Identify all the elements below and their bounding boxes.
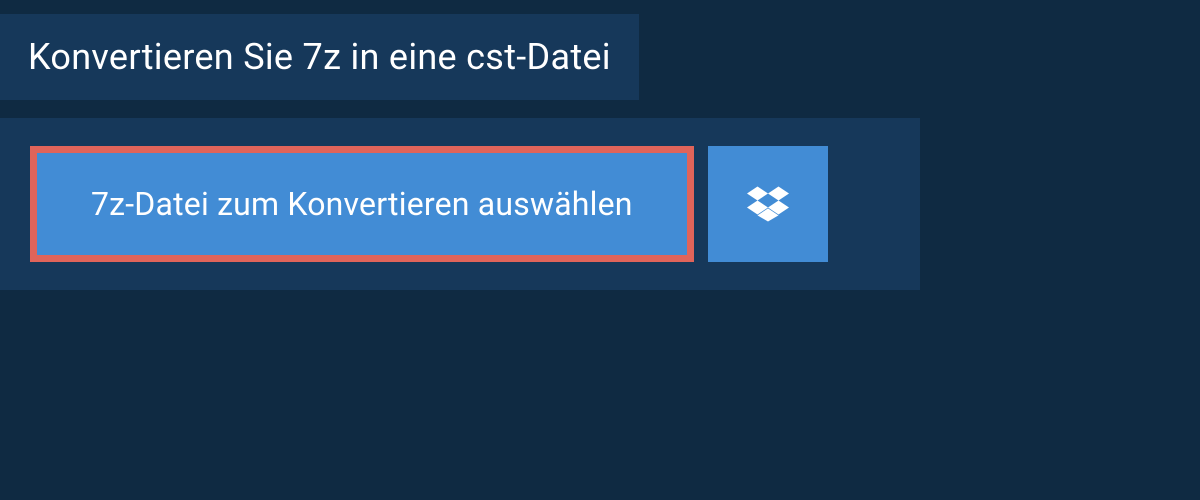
button-row: 7z-Datei zum Konvertieren auswählen [0, 118, 920, 290]
select-file-highlight: 7z-Datei zum Konvertieren auswählen [30, 146, 694, 262]
select-file-button[interactable]: 7z-Datei zum Konvertieren auswählen [37, 153, 687, 255]
dropbox-button[interactable] [708, 146, 828, 262]
dropbox-icon [747, 183, 789, 225]
page-title: Konvertieren Sie 7z in eine cst-Datei [28, 36, 611, 78]
header-bar: Konvertieren Sie 7z in eine cst-Datei [0, 14, 639, 100]
